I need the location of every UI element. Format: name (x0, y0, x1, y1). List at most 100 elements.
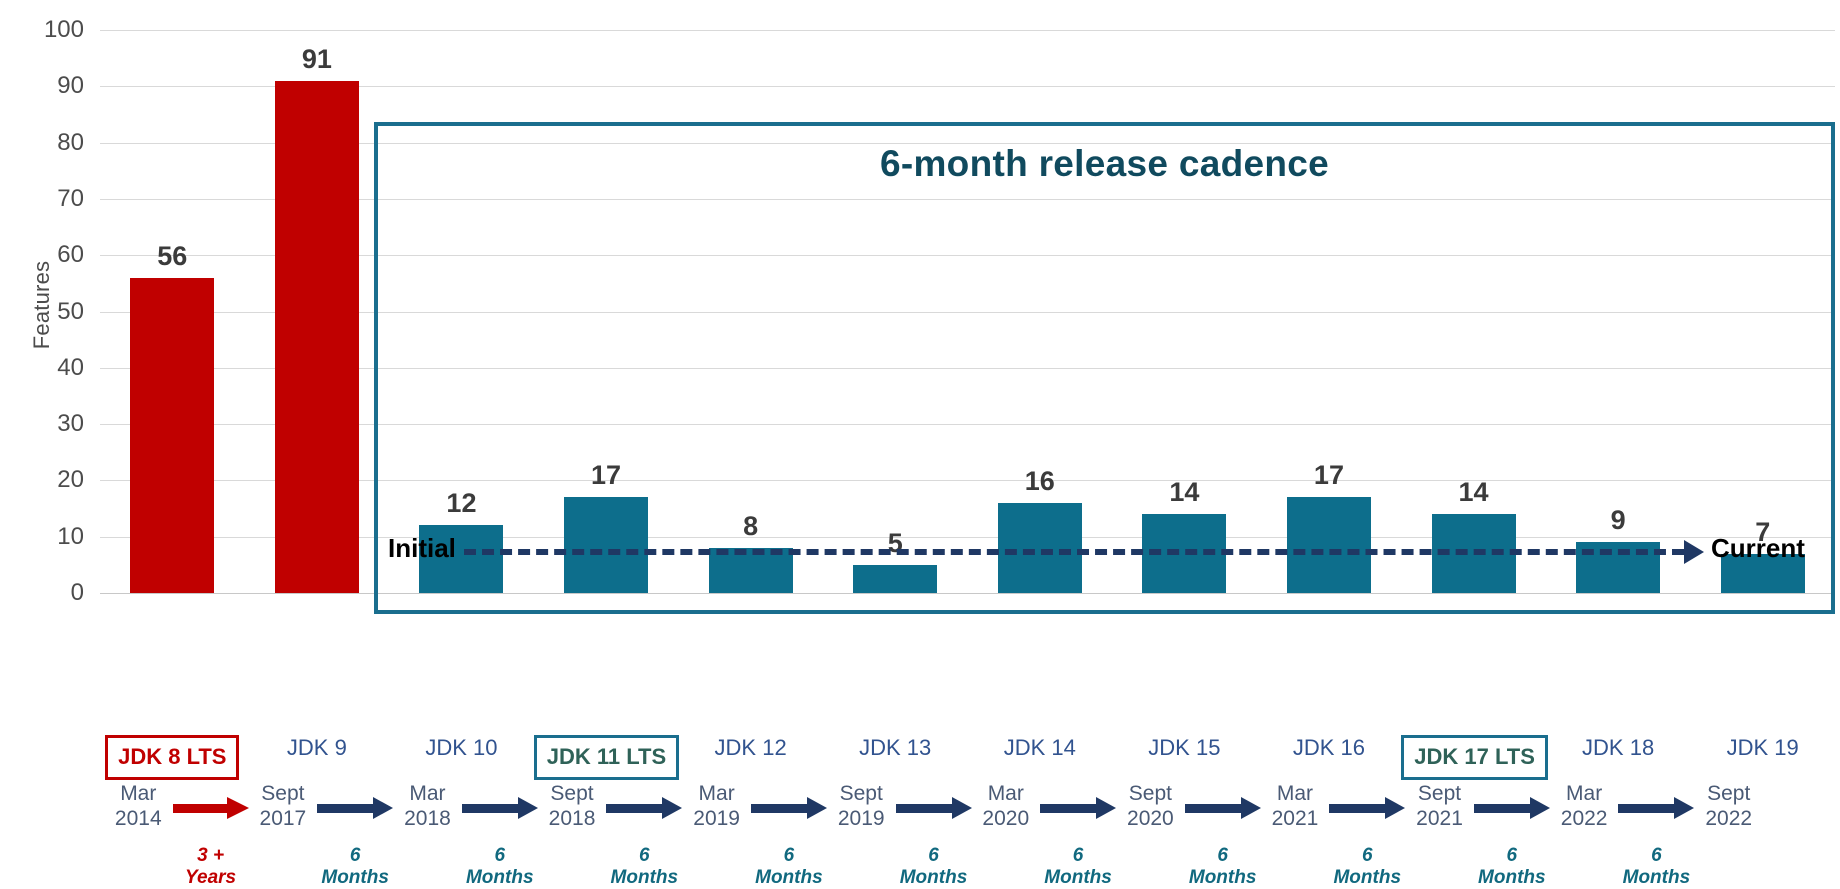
arrow-shaft (461, 804, 520, 813)
timeline-arrow-icon (1184, 797, 1261, 819)
arrow-head (1674, 797, 1695, 819)
bar-rect (130, 277, 215, 593)
category-label-jdk-15[interactable]: JDK 15 (1112, 735, 1257, 761)
y-tick-80: 80 (57, 128, 84, 156)
arrow-head (951, 797, 972, 819)
lts-badge: JDK 17 LTS (1401, 735, 1548, 780)
y-tick-30: 30 (57, 410, 84, 438)
timeline-arrow-icon (1040, 797, 1117, 819)
arrow-shaft (750, 804, 809, 813)
y-tick-50: 50 (57, 297, 84, 325)
arrow-shaft (1473, 804, 1532, 813)
arrow-shaft (1618, 804, 1677, 813)
interval-unit: Months (321, 866, 389, 888)
arrow-head (226, 797, 249, 819)
interval-label: 6 Months (874, 845, 994, 889)
category-label-jdk-9[interactable]: JDK 9 (245, 735, 390, 761)
y-tick-10: 10 (57, 522, 84, 550)
category-label-jdk-17-lts[interactable]: JDK 17 LTS (1401, 735, 1548, 780)
bar-value-label: 91 (301, 43, 332, 74)
y-tick-20: 20 (57, 466, 84, 494)
arrow-head (1385, 797, 1406, 819)
arrow-shaft (317, 804, 376, 813)
interval-unit: Months (899, 866, 968, 888)
interval-number: 6 (783, 845, 795, 866)
timeline-arrow-icon (895, 797, 972, 819)
interval-label: 6 Months (729, 845, 849, 889)
gridline-90 (100, 86, 1835, 88)
category-label-jdk-18[interactable]: JDK 18 (1546, 735, 1691, 761)
category-label-jdk-14[interactable]: JDK 14 (968, 735, 1113, 761)
arrow-head (1240, 797, 1261, 819)
bar-jdk-8-lts: 56 (130, 30, 215, 593)
current-label: Current (1711, 533, 1805, 563)
interval-unit: Months (755, 866, 823, 888)
timeline-arrow-icon (461, 797, 538, 819)
interval-unit: Months (1188, 866, 1257, 888)
jdk-release-cadence-chart: Features 0 10 20 30 40 50 60 70 80 90 100 56 91 12 17… (0, 0, 1840, 888)
arrow-head (806, 797, 827, 819)
arrow-head (662, 797, 683, 819)
interval-label: 6 Months (1596, 845, 1716, 889)
arrow-right-icon (1684, 540, 1704, 564)
interval-label: 6 Months (1018, 845, 1138, 889)
arrow-shaft (1040, 804, 1099, 813)
interval-unit: Months (1622, 866, 1691, 888)
bar-rect (274, 80, 359, 593)
interval-label: 6 Months (1452, 845, 1572, 889)
timeline-arrow-icon (317, 797, 394, 819)
y-tick-40: 40 (57, 353, 84, 381)
category-label-jdk-19[interactable]: JDK 19 (1690, 735, 1835, 761)
interval-label: 6 Months (295, 845, 415, 889)
arrow-shaft (172, 804, 231, 813)
category-label-jdk-12[interactable]: JDK 12 (678, 735, 823, 761)
interval-unit: Months (465, 866, 534, 888)
interval-unit: Months (1478, 866, 1546, 888)
interval-number: 6 (1217, 845, 1228, 866)
y-tick-60: 60 (57, 241, 84, 269)
arrow-head (517, 797, 538, 819)
interval-label: 3 + Years (151, 845, 271, 889)
interval-unit: Months (1044, 866, 1112, 888)
interval-label: 6 Months (1307, 845, 1427, 889)
interval-number: 6 (1072, 845, 1084, 866)
category-label-jdk-16[interactable]: JDK 16 (1257, 735, 1402, 761)
arrow-shaft (895, 804, 954, 813)
bar-value-label: 56 (157, 240, 188, 271)
interval-number: 6 (1506, 845, 1518, 866)
cadence-title: 6-month release cadence (879, 143, 1330, 184)
interval-label: 6 Months (1163, 845, 1283, 889)
interval-unit: Months (1333, 866, 1402, 888)
bar-jdk-9: 91 (274, 30, 359, 593)
category-label-jdk-11-lts[interactable]: JDK 11 LTS (533, 735, 680, 780)
initial-label: Initial (388, 533, 456, 563)
interval-label: 6 Months (440, 845, 560, 889)
timeline-arrow-icon (172, 797, 249, 819)
interval-number: 6 (349, 845, 361, 866)
category-label-jdk-8-lts[interactable]: JDK 8 LTS (100, 735, 245, 780)
interval-number: 6 (1651, 845, 1662, 866)
arrow-shaft (1184, 804, 1243, 813)
y-tick-70: 70 (57, 184, 84, 212)
interval-number: 6 (494, 845, 506, 866)
lts-badge: JDK 11 LTS (533, 735, 680, 780)
gridline-100 (100, 30, 1835, 31)
arrow-head (1529, 797, 1550, 819)
cadence-dashed-line (464, 549, 1684, 555)
arrow-shaft (606, 804, 665, 813)
timeline-arrow-icon (606, 797, 683, 819)
arrow-shaft (1329, 804, 1388, 813)
arrow-head (373, 797, 394, 819)
y-tick-100: 100 (43, 16, 84, 43)
lts-badge: JDK 8 LTS (105, 735, 240, 780)
y-tick-0: 0 (70, 579, 84, 606)
category-label-jdk-13[interactable]: JDK 13 (823, 735, 968, 761)
interval-number: 6 (928, 845, 939, 866)
timeline-arrow-icon (1473, 797, 1550, 819)
timeline-arrow-icon (1329, 797, 1406, 819)
y-tick-90: 90 (57, 72, 84, 100)
category-label-jdk-10[interactable]: JDK 10 (389, 735, 534, 761)
interval-number: 3 + (197, 845, 225, 866)
cadence-frame (374, 122, 1835, 614)
interval-unit: Months (610, 866, 679, 888)
